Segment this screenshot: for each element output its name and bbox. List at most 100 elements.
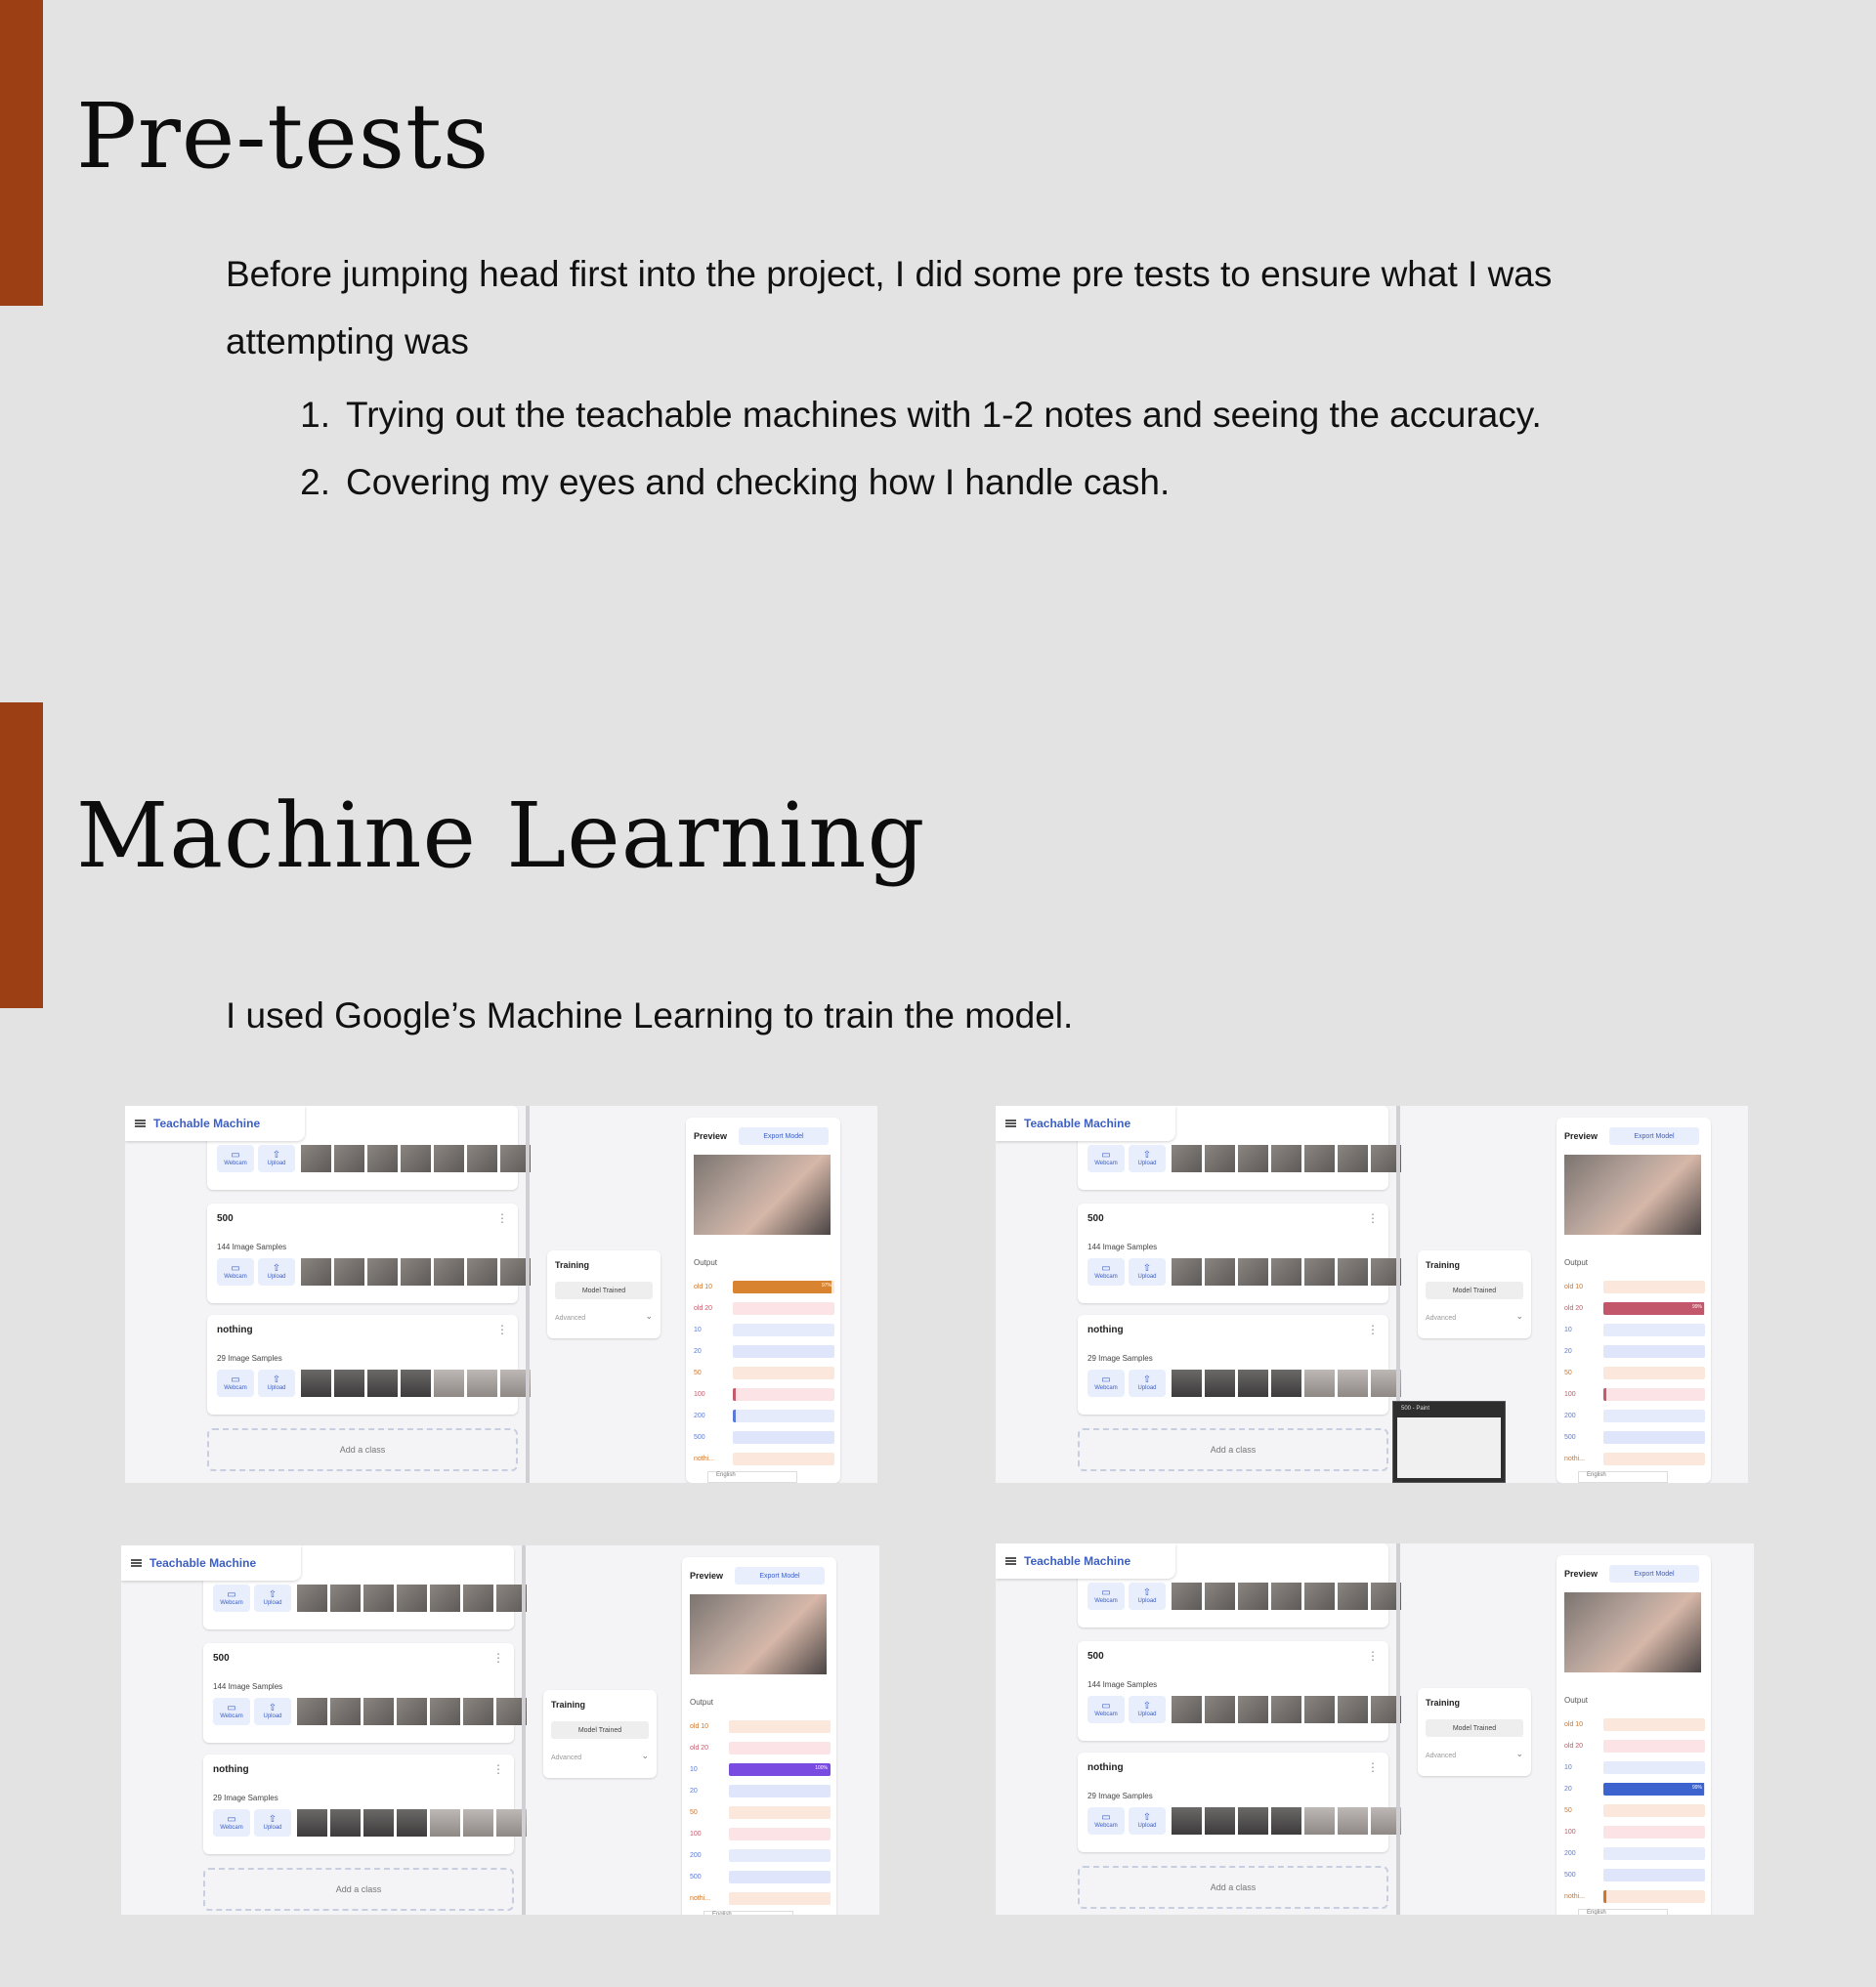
- menu-icon[interactable]: [1005, 1120, 1016, 1127]
- class-name[interactable]: nothing: [213, 1764, 249, 1775]
- upload-button[interactable]: ⇧ Upload: [258, 1370, 295, 1397]
- chevron-down-icon[interactable]: ⌄: [645, 1311, 653, 1322]
- add-class-button[interactable]: Add a class: [1078, 1866, 1388, 1909]
- webcam-button[interactable]: ▭ Webcam: [217, 1145, 254, 1172]
- export-model-button[interactable]: Export Model: [735, 1567, 825, 1585]
- language-select[interactable]: English: [707, 1471, 797, 1483]
- sample-thumb: [1338, 1145, 1368, 1172]
- add-class-button[interactable]: Add a class: [1078, 1428, 1388, 1471]
- more-options-icon[interactable]: ⋮: [1367, 1760, 1379, 1774]
- upload-button[interactable]: ⇧ Upload: [1129, 1807, 1166, 1835]
- app-title: Teachable Machine: [149, 1556, 257, 1570]
- upload-button[interactable]: ⇧ Upload: [254, 1585, 291, 1612]
- add-class-label: Add a class: [1210, 1882, 1257, 1892]
- train-model-button[interactable]: Model Trained: [1426, 1282, 1523, 1299]
- webcam-button[interactable]: ▭ Webcam: [1087, 1696, 1125, 1723]
- webcam-button[interactable]: ▭ Webcam: [1087, 1370, 1125, 1397]
- advanced-toggle[interactable]: Advanced: [1426, 1315, 1456, 1322]
- webcam-button[interactable]: ▭ Webcam: [1087, 1807, 1125, 1835]
- language-select[interactable]: English: [704, 1911, 793, 1915]
- webcam-button[interactable]: ▭ Webcam: [1087, 1583, 1125, 1610]
- output-row: 10: [1564, 1756, 1705, 1778]
- upload-button[interactable]: ⇧ Upload: [254, 1698, 291, 1725]
- tm-header[interactable]: Teachable Machine: [125, 1106, 305, 1141]
- tm-header[interactable]: Teachable Machine: [996, 1106, 1175, 1141]
- webcam-button[interactable]: ▭ Webcam: [217, 1258, 254, 1286]
- advanced-toggle[interactable]: Advanced: [555, 1315, 585, 1322]
- more-options-icon[interactable]: ⋮: [1367, 1323, 1379, 1336]
- export-model-button[interactable]: Export Model: [1609, 1127, 1699, 1145]
- more-options-icon[interactable]: ⋮: [1367, 1211, 1379, 1225]
- class-name[interactable]: 500: [217, 1213, 234, 1224]
- upload-button[interactable]: ⇧ Upload: [1129, 1145, 1166, 1172]
- sample-thumbnails: [1172, 1583, 1401, 1610]
- add-class-button[interactable]: Add a class: [207, 1428, 518, 1471]
- paint-window-thumbnail[interactable]: 500 - Paint: [1392, 1401, 1506, 1483]
- more-options-icon[interactable]: ⋮: [1367, 1649, 1379, 1663]
- webcam-button[interactable]: ▭ Webcam: [1087, 1258, 1125, 1286]
- output-bar-fill: [733, 1409, 737, 1422]
- train-model-button[interactable]: Model Trained: [1426, 1719, 1523, 1737]
- tm-header[interactable]: Teachable Machine: [121, 1545, 301, 1581]
- tm-header[interactable]: Teachable Machine: [996, 1543, 1175, 1579]
- sample-thumb: [463, 1809, 493, 1837]
- chevron-down-icon[interactable]: ⌄: [1515, 1749, 1523, 1759]
- sample-thumb: [330, 1585, 361, 1612]
- sample-thumb: [401, 1145, 431, 1172]
- upload-label: Upload: [1137, 1161, 1157, 1166]
- menu-icon[interactable]: [131, 1559, 142, 1567]
- upload-button[interactable]: ⇧ Upload: [258, 1145, 295, 1172]
- upload-button[interactable]: ⇧ Upload: [1129, 1696, 1166, 1723]
- webcam-button[interactable]: ▭ Webcam: [213, 1698, 250, 1725]
- class-name[interactable]: 500: [1087, 1651, 1104, 1662]
- train-model-label: Model Trained: [581, 1287, 626, 1294]
- more-options-icon[interactable]: ⋮: [492, 1651, 504, 1665]
- webcam-button[interactable]: ▭ Webcam: [213, 1585, 250, 1612]
- upload-button[interactable]: ⇧ Upload: [1129, 1370, 1166, 1397]
- webcam-button[interactable]: ▭ Webcam: [1087, 1145, 1125, 1172]
- more-options-icon[interactable]: ⋮: [496, 1323, 508, 1336]
- export-model-button[interactable]: Export Model: [1609, 1565, 1699, 1583]
- output-bar-track: [729, 1891, 831, 1905]
- chevron-down-icon[interactable]: ⌄: [641, 1751, 649, 1761]
- upload-button[interactable]: ⇧ Upload: [258, 1258, 295, 1286]
- class-name[interactable]: nothing: [1087, 1762, 1124, 1773]
- output-bar-track: [733, 1452, 834, 1465]
- class-name[interactable]: 500: [213, 1653, 230, 1664]
- webcam-button[interactable]: ▭ Webcam: [217, 1370, 254, 1397]
- class-name[interactable]: 500: [1087, 1213, 1104, 1224]
- output-bar-track: [1603, 1717, 1705, 1731]
- output-bar-track: [1603, 1344, 1705, 1358]
- chevron-down-icon[interactable]: ⌄: [1515, 1311, 1523, 1322]
- add-class-button[interactable]: Add a class: [203, 1868, 514, 1911]
- language-select[interactable]: English: [1578, 1909, 1668, 1915]
- class-name[interactable]: nothing: [1087, 1325, 1124, 1335]
- upload-icon: ⇧: [1142, 1701, 1152, 1712]
- advanced-toggle[interactable]: Advanced: [1426, 1753, 1456, 1759]
- train-model-button[interactable]: Model Trained: [555, 1282, 653, 1299]
- upload-button[interactable]: ⇧ Upload: [1129, 1258, 1166, 1286]
- export-model-button[interactable]: Export Model: [739, 1127, 829, 1145]
- advanced-toggle[interactable]: Advanced: [551, 1754, 581, 1761]
- menu-icon[interactable]: [1005, 1557, 1016, 1565]
- output-class-label: 10: [1564, 1763, 1572, 1771]
- output-row: old 10: [1564, 1713, 1705, 1735]
- sample-buttons: ▭ Webcam ⇧ Upload: [1087, 1258, 1166, 1286]
- add-class-label: Add a class: [1210, 1445, 1257, 1455]
- sample-thumb: [1304, 1370, 1335, 1397]
- more-options-icon[interactable]: ⋮: [496, 1211, 508, 1225]
- upload-button[interactable]: ⇧ Upload: [254, 1809, 291, 1837]
- app-title: Teachable Machine: [1024, 1117, 1131, 1130]
- sample-buttons: ▭ Webcam ⇧ Upload: [217, 1258, 295, 1286]
- train-model-button[interactable]: Model Trained: [551, 1721, 649, 1739]
- sample-thumb: [1271, 1583, 1301, 1610]
- webcam-button[interactable]: ▭ Webcam: [213, 1809, 250, 1837]
- language-select[interactable]: English: [1578, 1471, 1668, 1483]
- output-row: 20 99%: [1564, 1778, 1705, 1799]
- class-name[interactable]: nothing: [217, 1325, 253, 1335]
- sample-thumb: [1338, 1258, 1368, 1286]
- sample-thumb: [1172, 1370, 1202, 1397]
- more-options-icon[interactable]: ⋮: [492, 1762, 504, 1776]
- menu-icon[interactable]: [135, 1120, 146, 1127]
- upload-button[interactable]: ⇧ Upload: [1129, 1583, 1166, 1610]
